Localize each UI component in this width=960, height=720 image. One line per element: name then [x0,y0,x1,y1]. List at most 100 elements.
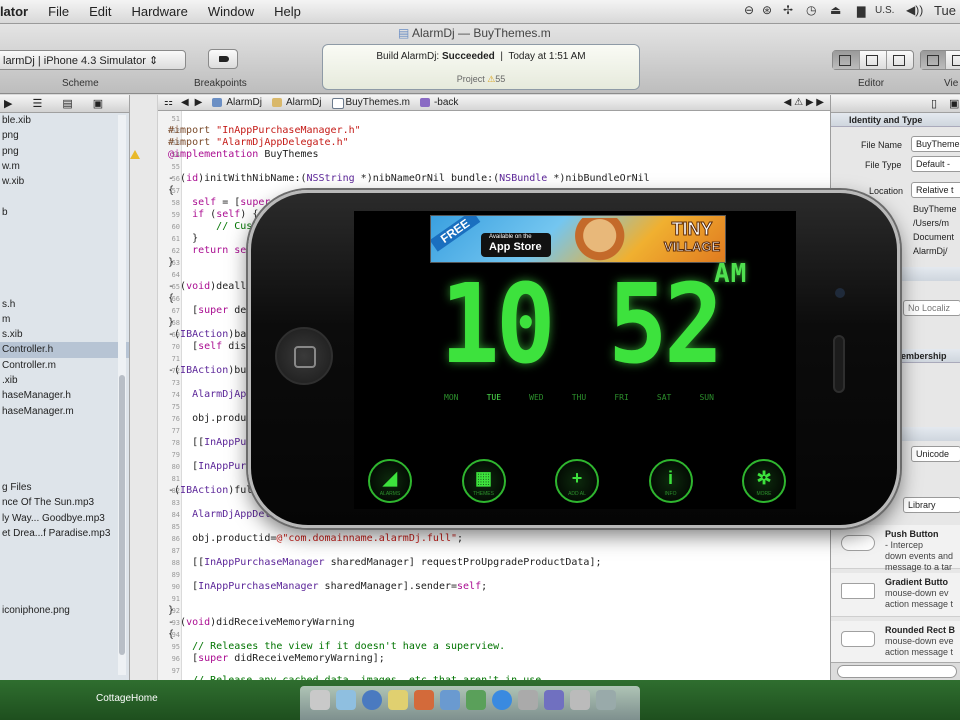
identity-type-header[interactable]: Identity and Type [831,113,960,127]
forward-icon[interactable]: ▶ [195,97,203,108]
assistant-editor-icon[interactable] [860,51,887,69]
bluetooth-icon[interactable]: ✢ [783,3,793,17]
breakpoints-button[interactable] [208,49,238,69]
file-row[interactable] [0,450,129,465]
library-item-gradient-button[interactable]: Gradient Butto mouse-down ev action mess… [831,573,960,617]
file-row[interactable]: Controller.h [0,342,129,358]
file-row[interactable] [0,419,129,434]
file-row[interactable]: Controller.m [0,358,129,373]
editor-segmented-control[interactable] [832,50,914,70]
localization-field[interactable]: No Localiz [903,300,960,316]
itunes-icon[interactable] [414,690,434,710]
info-button[interactable]: i INFO [648,459,693,503]
debug-toggle-icon[interactable] [946,51,960,69]
file-row[interactable]: b [0,205,129,220]
text-settings-header[interactable] [901,427,960,441]
trash-icon[interactable] [596,690,616,710]
file-row[interactable]: ly Way... Goodbye.mp3 [0,511,129,526]
search-navigator-icon[interactable]: ▤ [62,97,72,110]
file-row[interactable] [0,281,129,296]
file-row[interactable]: w.m [0,159,129,174]
file-row[interactable] [0,251,129,266]
menu-file[interactable]: File [48,4,69,19]
menu-app[interactable]: ulator [0,4,28,19]
related-items-icon[interactable]: ⚏ [164,97,173,108]
version-editor-icon[interactable] [887,51,913,69]
file-row[interactable]: s.h [0,297,129,312]
menubar-clock[interactable]: Tue [934,3,956,18]
activity-viewer[interactable]: Build AlarmDj: Succeeded | Today at 1:51… [322,44,640,90]
file-row[interactable]: m [0,312,129,327]
file-inspector-icon[interactable]: ▯ [931,97,937,110]
file-row[interactable] [0,465,129,480]
safari-icon[interactable] [362,690,382,710]
finder-icon[interactable] [310,690,330,710]
app-icon[interactable] [544,690,564,710]
project-navigator-icon[interactable]: ▶ [4,97,12,110]
library-item-rounded-rect-button[interactable]: Rounded Rect B mouse-down eve action mes… [831,621,960,665]
terminal-icon[interactable] [466,690,486,710]
file-row[interactable]: et Drea...f Paradise.mp3 [0,526,129,541]
skype-icon[interactable] [492,690,512,710]
standard-editor-icon[interactable] [833,51,860,69]
home-button[interactable] [275,327,333,385]
back-icon[interactable]: ◀ [181,97,189,108]
menu-window[interactable]: Window [208,4,254,19]
file-row[interactable]: haseManager.h [0,388,129,403]
file-name-field[interactable]: BuyTheme [911,136,960,152]
file-row[interactable] [0,189,129,204]
file-row[interactable] [0,266,129,281]
issue-navigator-icon[interactable]: ▣ [93,97,103,110]
time-machine-icon[interactable]: ⊖ [744,3,754,17]
xcode-icon[interactable] [440,690,460,710]
crumb-group[interactable]: AlarmDj [271,97,322,108]
navigator-scrollbar[interactable] [118,115,126,675]
app-icon[interactable] [518,690,538,710]
crumb-file[interactable]: BuyThemes.m [331,97,410,109]
mail-icon[interactable] [336,690,356,710]
file-row[interactable]: .xib [0,373,129,388]
library-search-input[interactable] [837,665,957,678]
file-row[interactable] [0,587,129,602]
notes-icon[interactable] [388,690,408,710]
target-membership-header[interactable]: embership [897,349,960,363]
file-row[interactable] [0,541,129,556]
clock-icon[interactable]: ◷ [806,3,816,17]
warning-icon[interactable] [130,150,140,159]
menu-hardware[interactable]: Hardware [131,4,187,19]
alarms-button[interactable]: ◢ ALARMS [368,459,412,503]
menu-help[interactable]: Help [274,4,301,19]
input-language[interactable]: U.S. [875,5,894,16]
symbol-navigator-icon[interactable]: ☰ [32,97,42,110]
file-row[interactable]: iconiphone.png [0,603,129,618]
add-alarm-button[interactable]: + ADD AL [555,459,599,503]
file-row[interactable] [0,434,129,449]
file-row[interactable] [0,572,129,587]
app-icon[interactable] [570,690,590,710]
scheme-popup[interactable]: larmDj | iPhone 4.3 Simulator ⇕ [0,50,186,70]
file-row[interactable] [0,235,129,250]
themes-button[interactable]: ▦ THEMES [461,459,506,503]
file-row[interactable]: haseManager.m [0,404,129,419]
file-row[interactable]: nce Of The Sun.mp3 [0,495,129,510]
file-row[interactable] [0,557,129,572]
file-row[interactable]: g Files [0,480,129,495]
crumb-project[interactable]: AlarmDj [212,97,262,108]
location-popup[interactable]: Relative t [911,182,960,198]
file-row[interactable]: png [0,128,129,143]
more-button[interactable]: ✲ MORE [742,459,786,503]
file-row[interactable] [0,220,129,235]
library-item-push-button[interactable]: Push Button - Intercep down events and m… [831,525,960,572]
text-encoding-popup[interactable]: Unicode [911,446,960,462]
ad-banner[interactable]: FREE Available on the App Store TINY VIL… [430,215,726,263]
navigator-toggle-icon[interactable] [921,51,946,69]
localization-header[interactable] [901,267,960,281]
quick-help-icon[interactable]: ▣ [949,97,959,110]
crumb-method[interactable]: -back [419,97,458,108]
sync-icon[interactable]: ⊛ [762,3,772,17]
file-row[interactable]: s.xib [0,327,129,342]
menu-edit[interactable]: Edit [89,4,111,19]
desktop-folder-label[interactable]: CottageHome [96,693,158,704]
issue-nav-icon[interactable]: ◀ ⚠ ▶ ▶ [784,97,824,108]
file-row[interactable]: png [0,144,129,159]
